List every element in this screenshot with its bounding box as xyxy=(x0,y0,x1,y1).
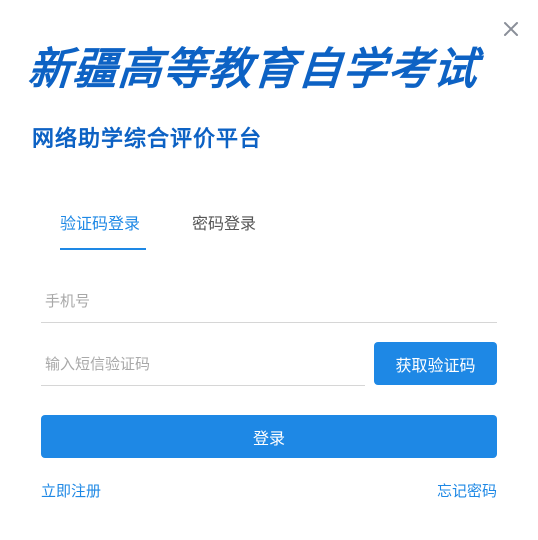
phone-input-underline xyxy=(41,322,497,323)
get-code-button[interactable]: 获取验证码 xyxy=(374,342,497,385)
sms-code-input[interactable] xyxy=(41,347,365,381)
phone-input[interactable] xyxy=(41,284,497,318)
tab-password-login[interactable]: 密码登录 xyxy=(192,212,256,248)
close-button[interactable] xyxy=(500,18,522,40)
close-icon xyxy=(504,22,518,36)
login-button[interactable]: 登录 xyxy=(41,415,497,458)
register-link[interactable]: 立即注册 xyxy=(41,480,101,502)
brand-subtitle: 网络助学综合评价平台 xyxy=(32,127,263,152)
brand-title: 新疆高等教育自学考试 xyxy=(26,44,480,95)
active-tab-indicator xyxy=(60,248,146,250)
login-dialog: 新疆高等教育自学考试 网络助学综合评价平台 验证码登录 密码登录 获取验证码 登… xyxy=(0,0,538,540)
tab-sms-login[interactable]: 验证码登录 xyxy=(60,212,140,248)
forgot-password-link[interactable]: 忘记密码 xyxy=(437,480,497,502)
sms-code-input-underline xyxy=(41,385,365,386)
